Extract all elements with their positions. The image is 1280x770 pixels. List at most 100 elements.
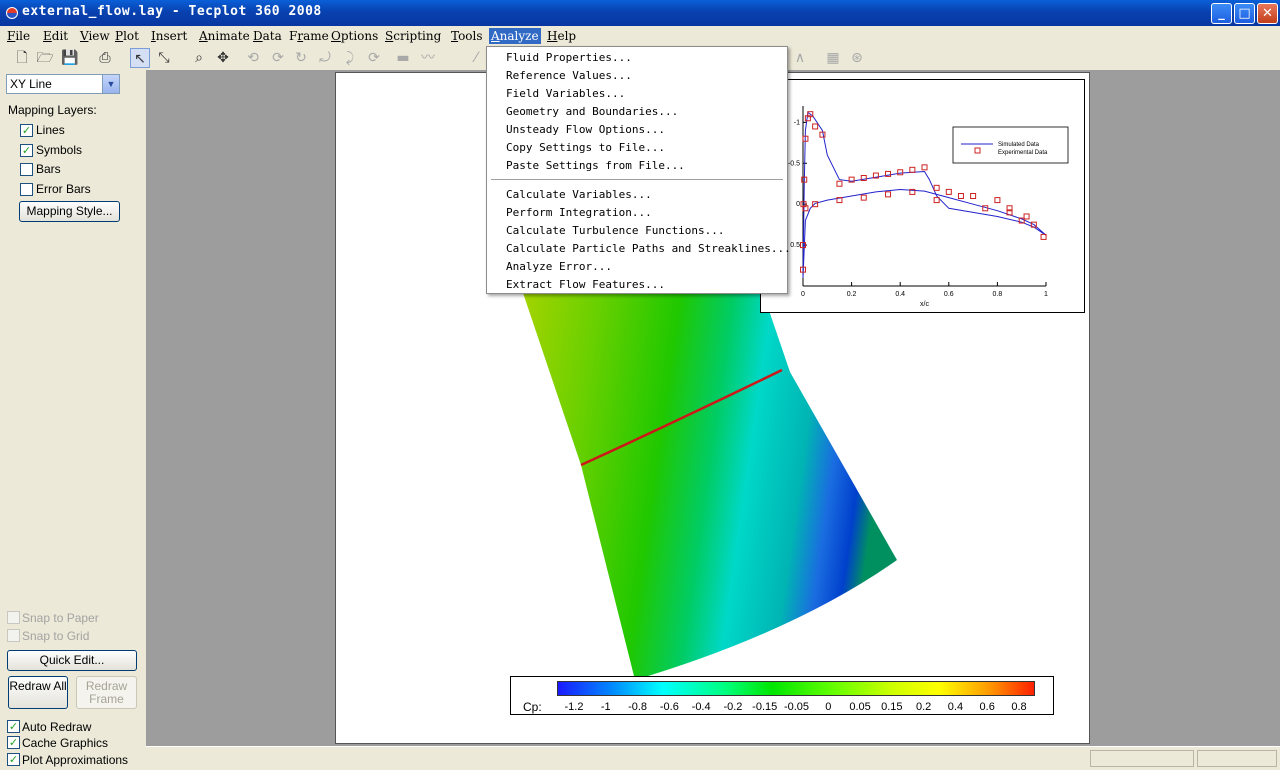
menu-tools[interactable]: Tools xyxy=(449,28,485,44)
rotate-icon[interactable]: ⟲ xyxy=(243,48,263,68)
legend-simulated-label: Simulated Data xyxy=(998,142,1040,148)
analyze-menu-dropdown: Fluid Properties... Reference Values... Fi… xyxy=(486,46,791,294)
colorbar-tick-label: -0.6 xyxy=(659,701,679,713)
spherical-rotate-icon[interactable]: ⟳ xyxy=(268,48,288,68)
menu-label-part: ools xyxy=(458,29,483,43)
save-icon[interactable]: 💾 xyxy=(60,48,80,68)
xy-inset-frame[interactable]: 0 0.2 0.4 0.6 0.8 1 -1 -0.5 0 0.5 x/c Simulated Dat… xyxy=(760,79,1085,313)
menu-label-part: elp xyxy=(557,29,577,43)
select-arrow-icon[interactable]: ↖ xyxy=(130,48,150,68)
y-tick-label: 0.5 xyxy=(790,242,800,249)
menu-insert[interactable]: Insert xyxy=(149,28,189,44)
snap-to-paper-checkbox[interactable] xyxy=(7,611,20,624)
snap-to-grid-checkbox[interactable] xyxy=(7,629,20,642)
x-axis-label: x/c xyxy=(920,301,929,308)
menu-frame[interactable]: Frame xyxy=(287,28,331,44)
streamtrace-icon[interactable]: 〰 xyxy=(418,48,438,68)
menu-data[interactable]: Data xyxy=(251,28,284,44)
x-tick-label: 0.8 xyxy=(993,291,1003,298)
menu-item-perform-integration[interactable]: Perform Integration... xyxy=(488,204,786,222)
experimental-data-point xyxy=(933,184,940,191)
roll-icon[interactable]: ↻ xyxy=(291,48,311,68)
zoom-icon[interactable]: ⌕ xyxy=(189,48,209,68)
wing-surface xyxy=(520,284,897,680)
colorbar-tick-label: -1.2 xyxy=(564,701,584,713)
cache-graphics-checkbox[interactable]: ✓ xyxy=(7,736,20,749)
minimize-button[interactable]: _ xyxy=(1211,3,1232,24)
menu-scripting[interactable]: Scripting xyxy=(383,28,443,44)
contour-legend[interactable]: Cp: -1.2 -1 -0.8 -0.6 -0.4 -0.2 -0.15 -0.05 0 0.0… xyxy=(510,676,1054,715)
menu-item-paste-settings-from-file[interactable]: Paste Settings from File... xyxy=(488,157,786,175)
slice-icon[interactable]: ▬ xyxy=(393,48,413,68)
menu-mnemonic: E xyxy=(43,29,52,43)
redraw-all-label: Redraw All xyxy=(9,679,67,693)
close-button[interactable]: ✕ xyxy=(1257,3,1278,24)
menu-item-analyze-error[interactable]: Analyze Error... xyxy=(488,258,786,276)
print-icon[interactable]: ⎙ xyxy=(95,48,115,68)
menu-mnemonic: O xyxy=(331,29,341,43)
error-bars-checkbox[interactable] xyxy=(20,183,33,196)
experimental-data-point xyxy=(957,193,964,199)
menu-label-part: nsert xyxy=(155,29,188,43)
menu-edit[interactable]: Edit xyxy=(41,28,70,44)
x-tick-label: 1 xyxy=(1044,291,1048,298)
rotate-3d-icon[interactable]: ⟳ xyxy=(364,48,384,68)
bars-checkbox[interactable] xyxy=(20,163,33,176)
menu-label-part: nalyze xyxy=(499,29,539,43)
legend-experimental-label: Experimental Data xyxy=(998,150,1048,156)
experimental-data-point xyxy=(994,197,1001,204)
quick-edit-button[interactable]: Quick Edit... xyxy=(7,650,137,671)
redraw-all-button[interactable]: Redraw All xyxy=(8,676,68,709)
menu-help[interactable]: Help xyxy=(545,28,578,44)
sidebar: XY Line ▼ Mapping Layers: ✓ Lines ✓ Symb… xyxy=(0,70,146,770)
colorbar-tick-label: -0.2 xyxy=(723,701,743,713)
new-file-icon[interactable]: 🗋 xyxy=(12,48,32,68)
colorbar-tick-label: -0.05 xyxy=(783,701,810,713)
redraw-frame-button[interactable]: Redraw Frame xyxy=(76,676,137,709)
twist-icon[interactable]: ⤾ xyxy=(315,48,335,68)
menu-item-field-variables[interactable]: Field Variables... xyxy=(488,85,786,103)
menu-plot[interactable]: Plot xyxy=(113,28,141,44)
chevron-down-icon[interactable]: ▼ xyxy=(102,75,119,93)
menu-item-extract-flow-features[interactable]: Extract Flow Features... xyxy=(488,276,786,294)
menu-view[interactable]: View xyxy=(78,28,112,44)
symbols-checkbox[interactable]: ✓ xyxy=(20,144,33,157)
menu-mnemonic: A xyxy=(199,29,208,43)
menu-item-unsteady-flow-options[interactable]: Unsteady Flow Options... xyxy=(488,121,786,139)
lines-checkbox[interactable]: ✓ xyxy=(20,124,33,137)
menu-bar: File Edit View Plot Insert Animate Data Frame Op… xyxy=(0,26,1280,46)
tecplot-app-icon[interactable] xyxy=(4,5,20,21)
menu-item-geometry-and-boundaries[interactable]: Geometry and Boundaries... xyxy=(488,103,786,121)
polar-icon[interactable]: ⊛ xyxy=(847,48,867,68)
menu-label-part: dit xyxy=(51,29,69,43)
menu-item-reference-values[interactable]: Reference Values... xyxy=(488,67,786,85)
menu-options[interactable]: Options xyxy=(329,28,380,44)
contour-add-icon[interactable]: ⁄ xyxy=(466,48,486,68)
snap-to-paper-label: Snap to Paper xyxy=(22,611,99,625)
maximize-button[interactable]: □ xyxy=(1234,3,1255,24)
colorbar-tick-label: 0.2 xyxy=(915,701,932,713)
y-tick-label: 0 xyxy=(796,201,800,208)
auto-redraw-checkbox[interactable]: ✓ xyxy=(7,720,20,733)
experimental-data-point xyxy=(909,166,916,173)
grid-icon[interactable]: ▦ xyxy=(823,48,843,68)
menu-item-copy-settings-to-file[interactable]: Copy Settings to File... xyxy=(488,139,786,157)
translate-icon[interactable]: ✥ xyxy=(213,48,233,68)
menu-mnemonic: D xyxy=(253,29,263,43)
mapping-style-button[interactable]: Mapping Style... xyxy=(19,201,120,222)
menu-item-calculate-variables[interactable]: Calculate Variables... xyxy=(488,186,786,204)
menu-analyze[interactable]: Analyze xyxy=(489,28,541,44)
open-folder-icon[interactable]: 🗁 xyxy=(35,48,55,68)
menu-animate[interactable]: Animate xyxy=(197,28,252,44)
bars-label: Bars xyxy=(36,162,61,176)
menu-item-calculate-turbulence-functions[interactable]: Calculate Turbulence Functions... xyxy=(488,222,786,240)
probe-icon[interactable]: ⤸ xyxy=(340,48,360,68)
menu-item-calculate-particle-paths-and-streaklines[interactable]: Calculate Particle Paths and Streaklines… xyxy=(488,240,791,258)
plot-approximations-checkbox[interactable]: ✓ xyxy=(7,753,20,766)
line-icon[interactable]: ∧ xyxy=(790,48,810,68)
menu-item-fluid-properties[interactable]: Fluid Properties... xyxy=(488,49,786,67)
menu-file[interactable]: File xyxy=(5,28,32,44)
plot-type-select[interactable]: XY Line ▼ xyxy=(6,74,120,94)
adjustor-icon[interactable]: ⤡ xyxy=(154,48,174,68)
experimental-data-point xyxy=(836,180,843,187)
